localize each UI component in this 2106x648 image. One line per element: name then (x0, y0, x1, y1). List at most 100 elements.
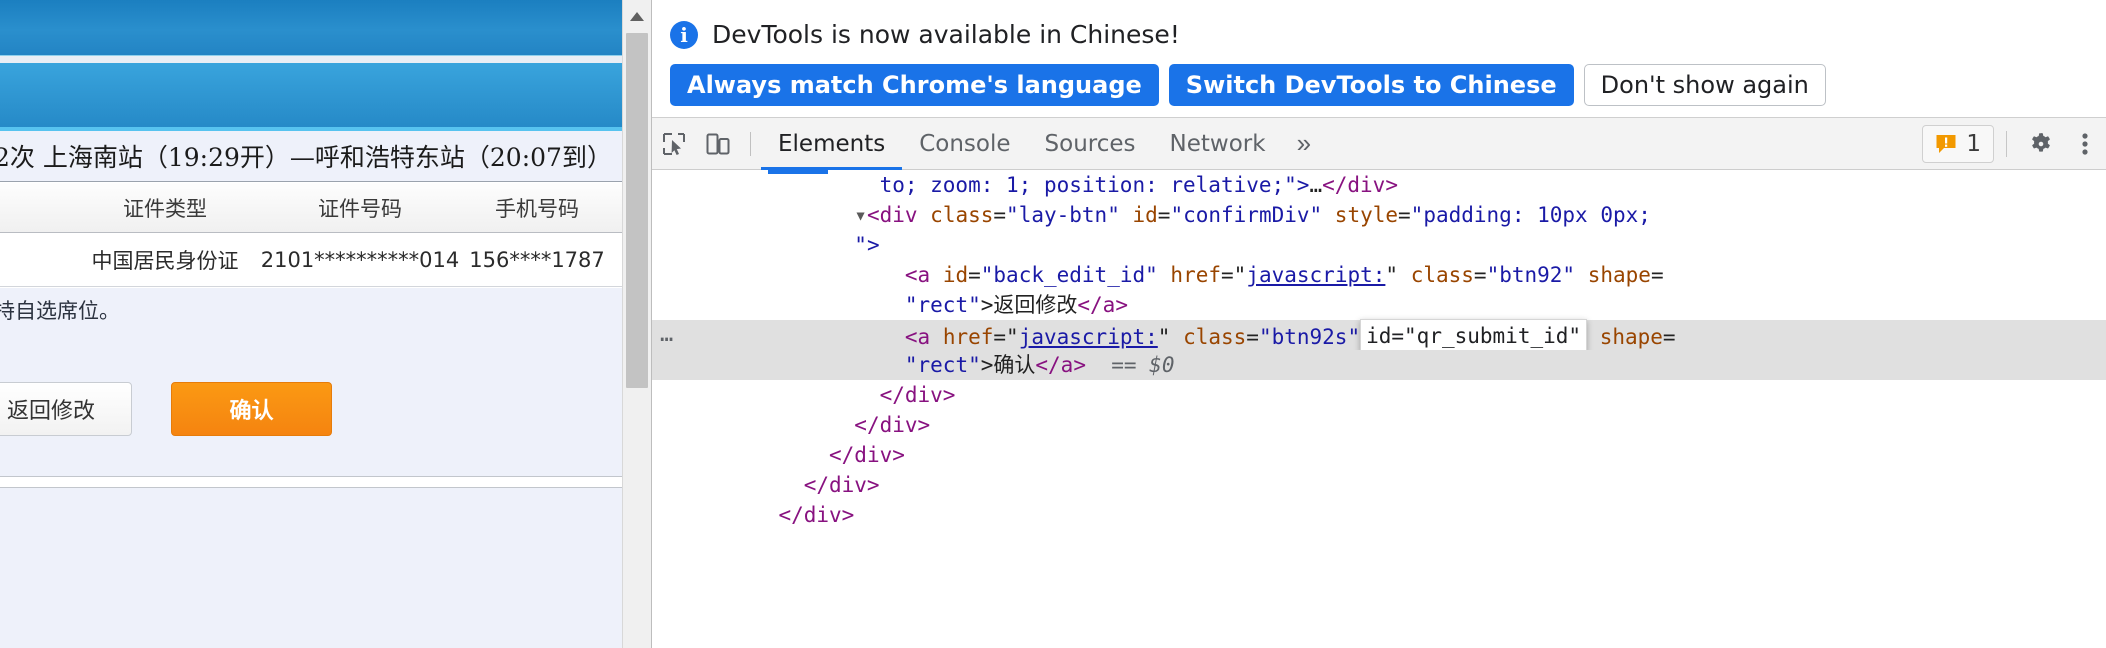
notification-button-row: Always match Chrome's language Switch De… (670, 64, 1826, 106)
seat-notice: 持自选席位。 (0, 288, 622, 332)
toolbar-divider-right (2006, 130, 2007, 157)
tab-sources[interactable]: Sources (1028, 118, 1153, 170)
code-token-val: "back_edit_id" (980, 263, 1158, 287)
code-token-punct: = (1246, 325, 1259, 349)
kebab-menu-icon[interactable] (2063, 118, 2106, 170)
confirm-button-area: 返回修改 确认 (0, 332, 622, 472)
warning-badge-icon (1936, 134, 1956, 153)
code-token-dollar: == $0 (1085, 353, 1175, 377)
page-vertical-scrollbar[interactable] (622, 0, 651, 648)
line-back-edit-wrap[interactable]: "rect">返回修改</a> (652, 290, 2106, 320)
code-token-tag: </a> (1077, 293, 1128, 317)
line-close-5[interactable]: </div> (652, 500, 2106, 530)
line-confirm-div-wrap[interactable]: "> (652, 230, 2106, 260)
line-close-4[interactable]: </div> (652, 470, 2106, 500)
code-token-val: "confirmDiv" (1170, 203, 1323, 227)
scroll-up-arrow-icon[interactable] (623, 2, 651, 30)
back-edit-button[interactable]: 返回修改 (0, 382, 132, 436)
code-token-tag: </div> (803, 473, 880, 497)
info-icon: i (670, 20, 698, 49)
code-token-attr: class (1398, 263, 1474, 287)
scrollbar-thumb[interactable] (626, 33, 648, 388)
warning-count: 1 (1966, 130, 1981, 157)
tab-elements[interactable]: Elements (761, 118, 902, 170)
line-style-tail[interactable]: to; zoom: 1; position: relative;">…</div… (652, 170, 2106, 200)
code-token-val: "rect" (904, 293, 981, 317)
page-secondary-band (0, 63, 622, 131)
line-close-2[interactable]: </div> (652, 410, 2106, 440)
warning-count-chip[interactable]: 1 (1922, 124, 1994, 163)
page-footer-divider (0, 476, 622, 488)
code-token-tag: <a (904, 263, 943, 287)
devtools-toolbar: Elements Console Sources Network » 1 (652, 118, 2106, 170)
train-info-text: 2次 上海南站（19:29开）—呼和浩特东站（20:07到） (0, 138, 612, 174)
chevron-double-right-icon[interactable]: » (1283, 118, 1325, 170)
code-token-punct: = (968, 263, 981, 287)
tab-network[interactable]: Network (1153, 118, 1283, 170)
column-header-phone: 手机号码 (495, 196, 579, 221)
inspected-page-pane: 2次 上海南站（19:29开）—呼和浩特东站（20:07到） 证件类型 证件号码… (0, 0, 622, 648)
code-token-punct: " (1233, 263, 1247, 287)
page-footer (0, 472, 622, 648)
page-header-band (0, 0, 622, 55)
code-token-link: javascript: (1018, 325, 1158, 349)
always-match-chrome-language-button[interactable]: Always match Chrome's language (670, 64, 1159, 106)
tab-console[interactable]: Console (902, 118, 1027, 170)
column-header-id-type: 证件类型 (123, 196, 207, 221)
code-token-val: "> (1284, 173, 1310, 197)
dont-show-again-button[interactable]: Don't show again (1583, 64, 1826, 106)
code-token-link: javascript: (1246, 263, 1386, 287)
line-close-3[interactable]: </div> (652, 440, 2106, 470)
cell-id-type: 中国居民身份证 (91, 248, 239, 273)
code-token-val: "lay-btn" (1006, 203, 1120, 227)
line-close-1[interactable]: </div> (652, 380, 2106, 410)
code-token-punct: = (1473, 263, 1487, 287)
notification-message-text: DevTools is now available in Chinese! (712, 20, 1180, 49)
line-qr-submit[interactable]: … <a href="javascript:" class="btn92s" id… (652, 319, 2106, 353)
code-token-attr: id (942, 263, 969, 287)
confirm-button[interactable]: 确认 (171, 382, 332, 436)
seat-notice-text: 持自选席位。 (0, 300, 120, 323)
code-token-tag: </div> (829, 443, 905, 467)
code-token-punct: = (993, 203, 1007, 227)
switch-devtools-to-chinese-button[interactable]: Switch DevTools to Chinese (1168, 64, 1574, 106)
code-token-punct: = (1650, 263, 1664, 287)
code-token-punct: = (993, 325, 1007, 349)
code-token-tag: <div (866, 203, 931, 227)
code-token-attr: href (1157, 263, 1221, 287)
code-token-val: "btn92s" (1258, 325, 1361, 349)
code-token-txt: … (1309, 173, 1323, 197)
code-token-punct: = (1662, 325, 1676, 349)
line-qr-submit-wrap[interactable]: "rect">确认</a> == $0 (652, 350, 2106, 380)
line-back-edit[interactable]: <a id="back_edit_id" href="javascript:" … (652, 260, 2106, 290)
devtools-language-notification: i DevTools is now available in Chinese! … (652, 0, 2106, 118)
device-toolbar-icon[interactable] (696, 118, 740, 170)
code-token-attr: href (942, 325, 994, 349)
inspect-element-icon[interactable] (652, 118, 696, 170)
line-confirm-div[interactable]: ▾<div class="lay-btn" id="confirmDiv" st… (652, 200, 2106, 230)
cell-id-number: 2101**********014 (260, 247, 460, 272)
code-token-punct: " (1006, 325, 1019, 349)
code-token-tag: </a> (1035, 353, 1086, 377)
code-token-txt: 返回修改 (993, 293, 1078, 317)
code-token-txt: 确认 (993, 353, 1036, 377)
gear-icon[interactable] (2019, 118, 2063, 170)
code-token-punct: " (1157, 325, 1171, 349)
code-token-punct: > (980, 293, 994, 317)
elements-dom-tree[interactable]: to; zoom: 1; position: relative;">…</div… (652, 170, 2106, 648)
code-token-val: "padding: 10px 0px; (1410, 203, 1651, 227)
screenshot-root: 2次 上海南站（19:29开）—呼和浩特东站（20:07到） 证件类型 证件号码… (0, 0, 2106, 648)
code-token-tag: <a (904, 325, 943, 349)
code-token-val: to; zoom: 1; position: relative; (879, 173, 1285, 197)
code-token-punct: = (1157, 203, 1171, 227)
